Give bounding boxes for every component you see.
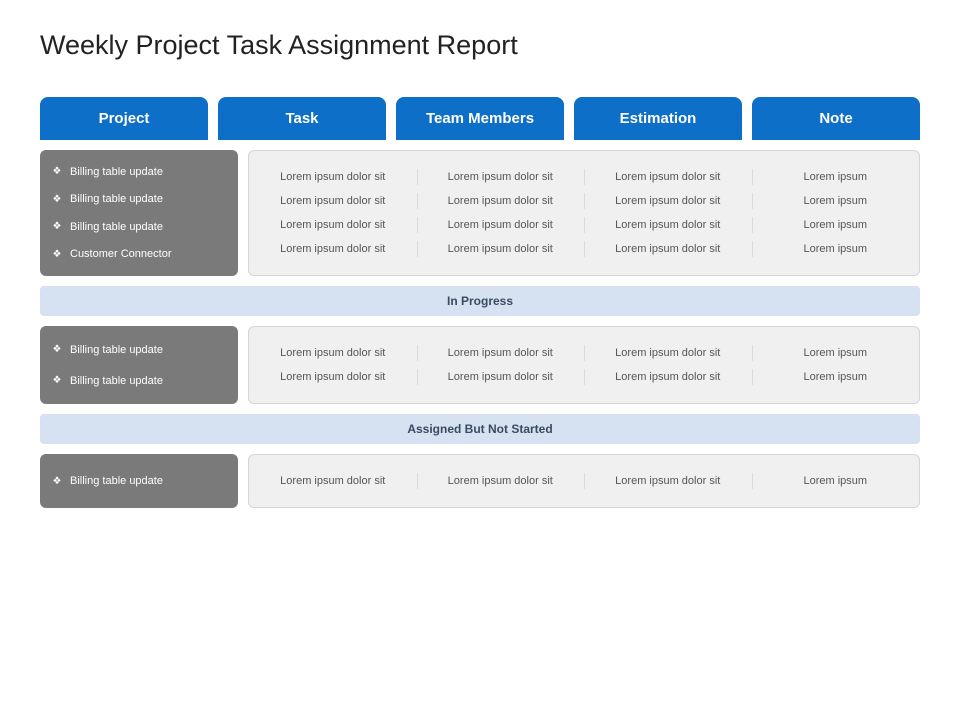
cell-task: Lorem ipsum dolor sit [249, 213, 417, 237]
cell-team: Lorem ipsum dolor sit [417, 189, 585, 213]
cell-team: Lorem ipsum dolor sit [417, 237, 585, 261]
project-item: ❖ Billing table update [52, 221, 226, 233]
slide: Weekly Project Task Assignment Report Pr… [0, 0, 960, 548]
cell-estimation: Lorem ipsum dolor sit [584, 189, 752, 213]
cell-note: Lorem ipsum [752, 189, 920, 213]
cell-estimation: Lorem ipsum dolor sit [584, 213, 752, 237]
table-row: Lorem ipsum dolor sit Lorem ipsum dolor … [249, 469, 919, 493]
cell-note: Lorem ipsum [752, 237, 920, 261]
diamond-bullet-icon: ❖ [52, 375, 62, 386]
diamond-bullet-icon: ❖ [52, 221, 62, 232]
project-column: ❖ Billing table update ❖ Billing table u… [40, 326, 238, 404]
diamond-bullet-icon: ❖ [52, 166, 62, 177]
table-row: Lorem ipsum dolor sit Lorem ipsum dolor … [249, 213, 919, 237]
section-row: ❖ Billing table update Lorem ipsum dolor… [40, 454, 920, 508]
cell-note: Lorem ipsum [752, 165, 920, 189]
project-item: ❖ Customer Connector [52, 248, 226, 260]
table-row: Lorem ipsum dolor sit Lorem ipsum dolor … [249, 341, 919, 365]
header-task: Task [218, 97, 386, 140]
project-label: Billing table update [70, 166, 163, 178]
project-item: ❖ Billing table update [52, 375, 226, 387]
data-column: Lorem ipsum dolor sit Lorem ipsum dolor … [248, 150, 920, 276]
table-row: Lorem ipsum dolor sit Lorem ipsum dolor … [249, 237, 919, 261]
cell-task: Lorem ipsum dolor sit [249, 365, 417, 389]
project-label: Billing table update [70, 375, 163, 387]
project-item: ❖ Billing table update [52, 166, 226, 178]
header-estimation: Estimation [574, 97, 742, 140]
table-row: Lorem ipsum dolor sit Lorem ipsum dolor … [249, 365, 919, 389]
section-row: ❖ Billing table update ❖ Billing table u… [40, 326, 920, 404]
cell-note: Lorem ipsum [752, 365, 920, 389]
data-column: Lorem ipsum dolor sit Lorem ipsum dolor … [248, 454, 920, 508]
diamond-bullet-icon: ❖ [52, 249, 62, 260]
header-note: Note [752, 97, 920, 140]
cell-team: Lorem ipsum dolor sit [417, 365, 585, 389]
cell-team: Lorem ipsum dolor sit [417, 213, 585, 237]
project-item: ❖ Billing table update [52, 475, 226, 487]
project-label: Billing table update [70, 193, 163, 205]
diamond-bullet-icon: ❖ [52, 476, 62, 487]
cell-task: Lorem ipsum dolor sit [249, 165, 417, 189]
cell-estimation: Lorem ipsum dolor sit [584, 237, 752, 261]
column-headers: Project Task Team Members Estimation Not… [40, 97, 920, 140]
project-column: ❖ Billing table update ❖ Billing table u… [40, 150, 238, 276]
project-label: Billing table update [70, 221, 163, 233]
status-band: In Progress [40, 286, 920, 316]
project-item: ❖ Billing table update [52, 344, 226, 356]
data-column: Lorem ipsum dolor sit Lorem ipsum dolor … [248, 326, 920, 404]
project-label: Customer Connector [70, 248, 172, 260]
status-band: Assigned But Not Started [40, 414, 920, 444]
cell-note: Lorem ipsum [752, 469, 920, 493]
project-item: ❖ Billing table update [52, 193, 226, 205]
header-team-members: Team Members [396, 97, 564, 140]
project-label: Billing table update [70, 475, 163, 487]
diamond-bullet-icon: ❖ [52, 344, 62, 355]
table-row: Lorem ipsum dolor sit Lorem ipsum dolor … [249, 189, 919, 213]
header-project: Project [40, 97, 208, 140]
page-title: Weekly Project Task Assignment Report [40, 30, 920, 61]
project-label: Billing table update [70, 344, 163, 356]
cell-team: Lorem ipsum dolor sit [417, 165, 585, 189]
cell-task: Lorem ipsum dolor sit [249, 469, 417, 493]
cell-estimation: Lorem ipsum dolor sit [584, 341, 752, 365]
section-row: ❖ Billing table update ❖ Billing table u… [40, 150, 920, 276]
cell-task: Lorem ipsum dolor sit [249, 237, 417, 261]
table-row: Lorem ipsum dolor sit Lorem ipsum dolor … [249, 165, 919, 189]
cell-task: Lorem ipsum dolor sit [249, 341, 417, 365]
project-column: ❖ Billing table update [40, 454, 238, 508]
cell-team: Lorem ipsum dolor sit [417, 341, 585, 365]
cell-team: Lorem ipsum dolor sit [417, 469, 585, 493]
cell-note: Lorem ipsum [752, 341, 920, 365]
cell-estimation: Lorem ipsum dolor sit [584, 469, 752, 493]
cell-task: Lorem ipsum dolor sit [249, 189, 417, 213]
cell-estimation: Lorem ipsum dolor sit [584, 165, 752, 189]
diamond-bullet-icon: ❖ [52, 194, 62, 205]
cell-estimation: Lorem ipsum dolor sit [584, 365, 752, 389]
cell-note: Lorem ipsum [752, 213, 920, 237]
